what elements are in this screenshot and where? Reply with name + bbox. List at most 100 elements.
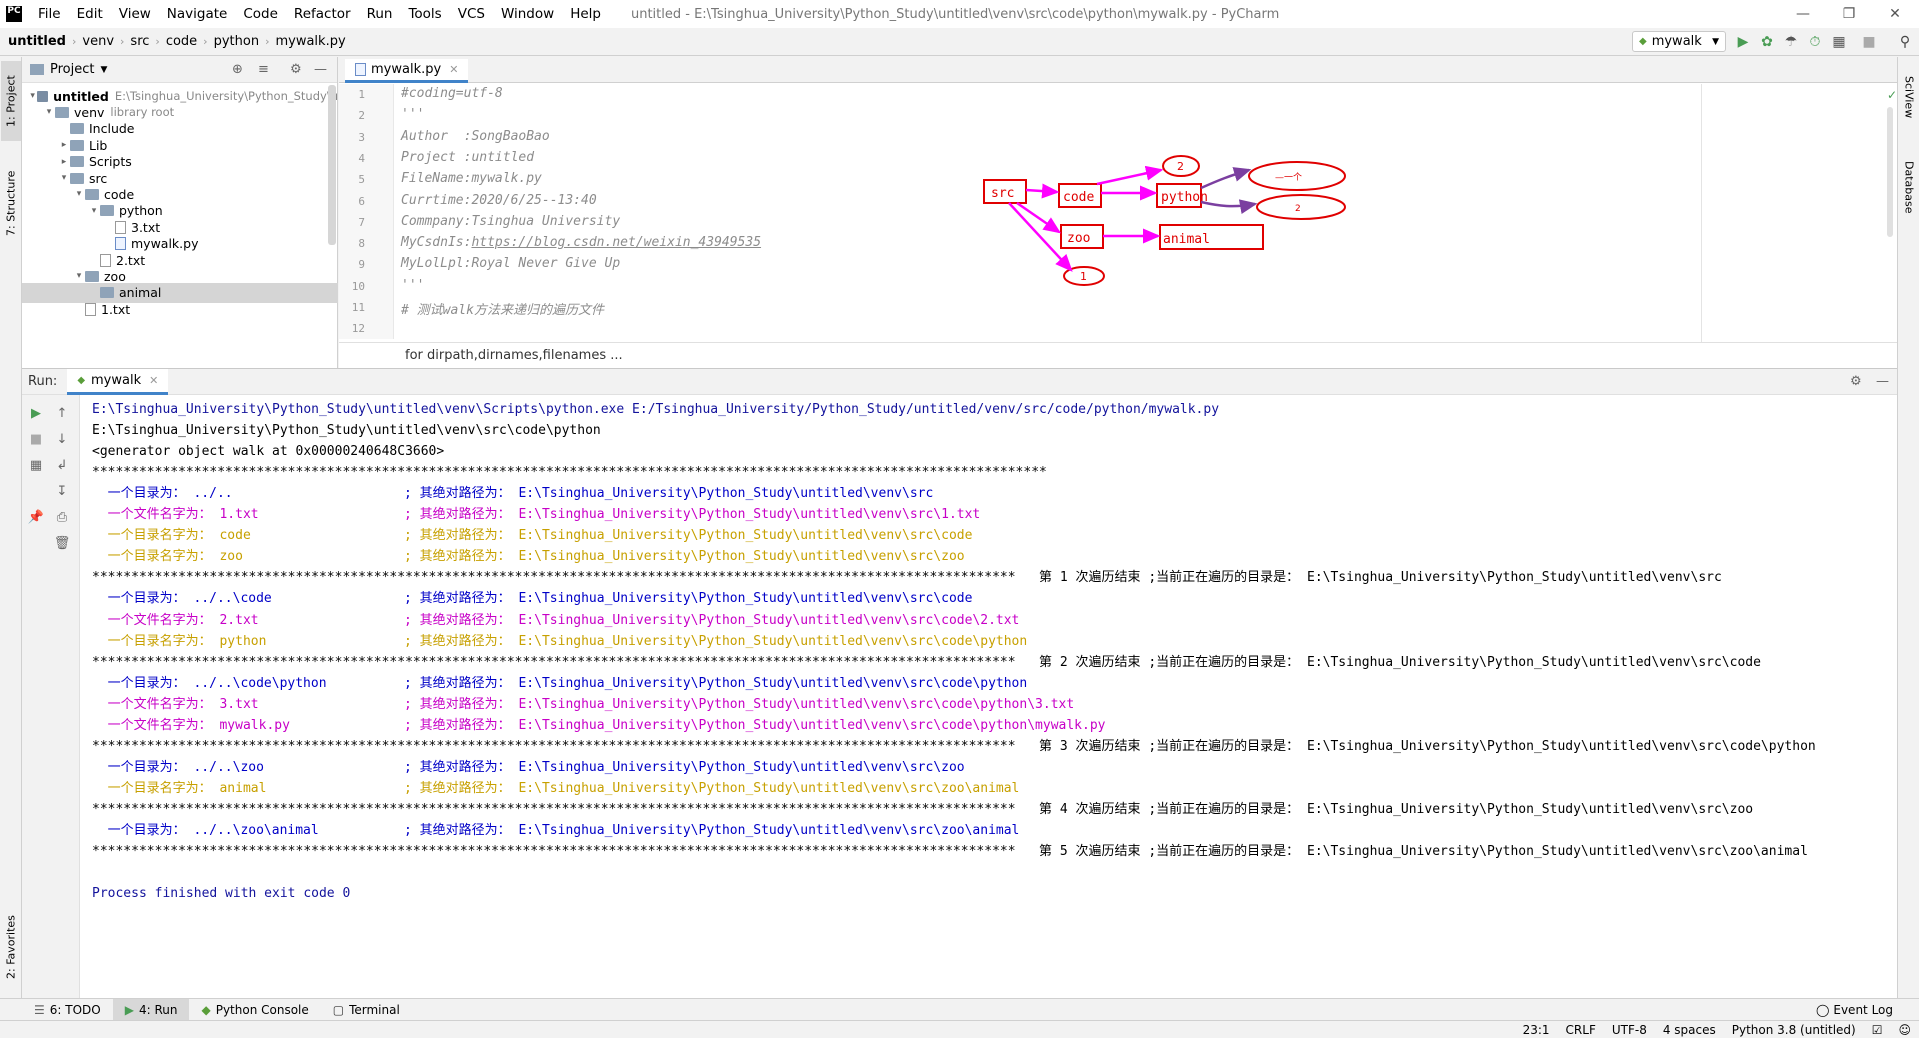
coverage-icon[interactable]: ☂ bbox=[1782, 33, 1800, 51]
expanded-arrow-icon[interactable]: ▾ bbox=[88, 206, 100, 216]
layout-icon[interactable]: ▦ bbox=[26, 455, 46, 475]
restore-icon[interactable]: ❐ bbox=[1826, 0, 1872, 28]
bottom-tab-python-console[interactable]: ◆ Python Console bbox=[189, 999, 320, 1021]
expanded-arrow-icon[interactable]: ▾ bbox=[73, 189, 85, 199]
expanded-arrow-icon[interactable]: ▾ bbox=[28, 91, 37, 101]
tree-item-label: venv bbox=[74, 104, 105, 120]
text-file-icon bbox=[85, 302, 96, 316]
tool-tab-sciview[interactable]: SciView bbox=[1899, 67, 1919, 127]
pycharm-logo-icon: PC bbox=[6, 6, 22, 22]
collapsed-arrow-icon[interactable]: ▸ bbox=[58, 157, 70, 167]
gear-icon[interactable]: ⚙ bbox=[1850, 374, 1862, 389]
editor-tab-mywalk[interactable]: mywalk.py ✕ bbox=[345, 59, 469, 83]
tool-tab-structure[interactable]: 7: Structure bbox=[1, 153, 21, 253]
menu-navigate[interactable]: Navigate bbox=[159, 6, 236, 22]
file-encoding[interactable]: UTF-8 bbox=[1604, 1023, 1655, 1037]
concurrency-icon[interactable]: ▦ bbox=[1830, 33, 1848, 51]
menu-window[interactable]: Window bbox=[493, 6, 562, 22]
collapse-all-icon[interactable]: ≡ bbox=[258, 62, 269, 77]
editor-scrollbar[interactable] bbox=[1887, 107, 1893, 237]
console-entry-path: ; 其绝对路径为： E:\Tsinghua_University\Python_… bbox=[404, 549, 965, 565]
breadcrumb-item[interactable]: › code bbox=[149, 34, 197, 49]
lock-icon[interactable]: ☑ bbox=[1864, 1023, 1891, 1037]
up-arrow-icon[interactable]: ↑ bbox=[52, 403, 72, 423]
scrollbar[interactable] bbox=[328, 85, 336, 245]
trash-icon[interactable]: 🗑 bbox=[52, 533, 72, 553]
menu-tools[interactable]: Tools bbox=[400, 6, 449, 22]
collapsed-arrow-icon[interactable]: ▸ bbox=[58, 140, 70, 150]
chevron-down-icon[interactable]: ▼ bbox=[100, 65, 107, 75]
scroll-to-end-icon[interactable]: ↧ bbox=[52, 481, 72, 501]
print-icon[interactable]: ⎙ bbox=[52, 507, 72, 527]
diagram-label-2: 2 bbox=[1177, 160, 1184, 173]
down-arrow-icon[interactable]: ↓ bbox=[52, 429, 72, 449]
expanded-arrow-icon[interactable]: ▾ bbox=[58, 173, 70, 183]
breadcrumb-item[interactable]: › mywalk.py bbox=[259, 34, 346, 49]
event-log[interactable]: ◯ Event Log bbox=[1816, 1003, 1893, 1017]
console-entry-path: ; 其绝对路径为： E:\Tsinghua_University\Python_… bbox=[404, 612, 1020, 628]
menu-vcs[interactable]: VCS bbox=[450, 6, 493, 22]
tree-item-label: untitled bbox=[53, 88, 109, 104]
diagram-node-src: src bbox=[983, 179, 1027, 204]
bottom-tab-terminal[interactable]: ▢ Terminal bbox=[321, 999, 412, 1021]
menu-refactor[interactable]: Refactor bbox=[286, 6, 359, 22]
stop-icon[interactable]: ■ bbox=[1860, 33, 1878, 51]
code-text: Project :untitled bbox=[401, 149, 535, 165]
expanded-arrow-icon[interactable]: ▾ bbox=[43, 107, 55, 117]
tool-tab-database[interactable]: Database bbox=[1899, 147, 1919, 227]
run-console-output[interactable]: E:\Tsinghua_University\Python_Study\unti… bbox=[92, 395, 1892, 999]
python-icon: ◆ bbox=[1639, 36, 1647, 47]
menu-run[interactable]: Run bbox=[359, 6, 401, 22]
line-number: 6 bbox=[358, 194, 365, 208]
diagram-label-code: code bbox=[1063, 190, 1094, 205]
line-separator[interactable]: CRLF bbox=[1558, 1023, 1604, 1037]
profile-icon[interactable]: ⏱ bbox=[1806, 33, 1824, 51]
console-entry-name: 一个目录为： ../.. bbox=[92, 486, 233, 502]
stop-icon[interactable]: ■ bbox=[26, 429, 46, 449]
tree-item[interactable]: 1.txt bbox=[22, 299, 338, 319]
menu-help[interactable]: Help bbox=[562, 6, 609, 22]
pin-icon[interactable]: 📌 bbox=[26, 507, 46, 527]
soft-wrap-icon[interactable]: ↲ bbox=[52, 455, 72, 475]
project-icon bbox=[30, 64, 44, 75]
breadcrumb-item[interactable]: › python bbox=[197, 34, 259, 49]
menu-code[interactable]: Code bbox=[235, 6, 286, 22]
menu-view[interactable]: View bbox=[111, 6, 159, 22]
indent-setting[interactable]: 4 spaces bbox=[1655, 1023, 1724, 1037]
bottom-tab-run[interactable]: ▶ 4: Run bbox=[112, 998, 190, 1021]
bottom-tab-run-label: 4: Run bbox=[138, 1002, 178, 1017]
tool-tab-favorites[interactable]: 2: Favorites bbox=[1, 897, 21, 997]
close-tab-icon[interactable]: ✕ bbox=[449, 63, 458, 76]
bottom-tab-todo[interactable]: ☰ 6: TODO bbox=[22, 999, 113, 1021]
run-config-select[interactable]: ◆ mywalk ▼ bbox=[1632, 31, 1726, 52]
close-tab-icon[interactable]: ✕ bbox=[149, 374, 158, 387]
run-icon[interactable]: ▶ bbox=[1734, 33, 1752, 51]
code-text: ''' bbox=[401, 277, 425, 293]
code-line: FileName:mywalk.py bbox=[401, 171, 542, 186]
locate-icon[interactable]: ⊕ bbox=[232, 62, 243, 77]
rerun-icon[interactable]: ▶ bbox=[26, 403, 46, 423]
hide-icon[interactable]: — bbox=[1876, 374, 1889, 389]
breadcrumb-item[interactable]: › venv bbox=[66, 34, 114, 49]
python-file-icon bbox=[355, 63, 366, 76]
tool-tab-project[interactable]: 1: Project bbox=[1, 61, 21, 141]
interpreter-select[interactable]: Python 3.8 (untitled) bbox=[1724, 1023, 1864, 1037]
close-icon[interactable]: ✕ bbox=[1872, 0, 1918, 28]
debug-icon[interactable]: ✿ bbox=[1758, 33, 1776, 51]
menu-file[interactable]: File bbox=[30, 6, 69, 22]
search-icon[interactable]: ⚲ bbox=[1896, 33, 1914, 51]
code-breadcrumb[interactable]: for dirpath,dirnames,filenames ... bbox=[339, 342, 1897, 368]
csdn-link[interactable]: https://blog.csdn.net/weixin_43949535 bbox=[471, 235, 761, 250]
expanded-arrow-icon[interactable]: ▾ bbox=[73, 271, 85, 281]
window-title: untitled - E:\Tsinghua_University\Python… bbox=[630, 6, 1280, 22]
project-header-label[interactable]: Project bbox=[50, 62, 94, 77]
run-tab-mywalk[interactable]: ◆ mywalk ✕ bbox=[67, 368, 169, 395]
gear-icon[interactable]: ⚙ bbox=[290, 62, 302, 77]
caret-position[interactable]: 23:1 bbox=[1515, 1023, 1558, 1037]
breadcrumb-item[interactable]: untitled bbox=[8, 34, 66, 49]
inspection-icon[interactable]: ☺ bbox=[1890, 1023, 1919, 1037]
menu-edit[interactable]: Edit bbox=[69, 6, 111, 22]
hide-icon[interactable]: — bbox=[314, 62, 327, 77]
minimize-icon[interactable]: — bbox=[1780, 0, 1826, 28]
breadcrumb-item[interactable]: › src bbox=[114, 34, 149, 49]
